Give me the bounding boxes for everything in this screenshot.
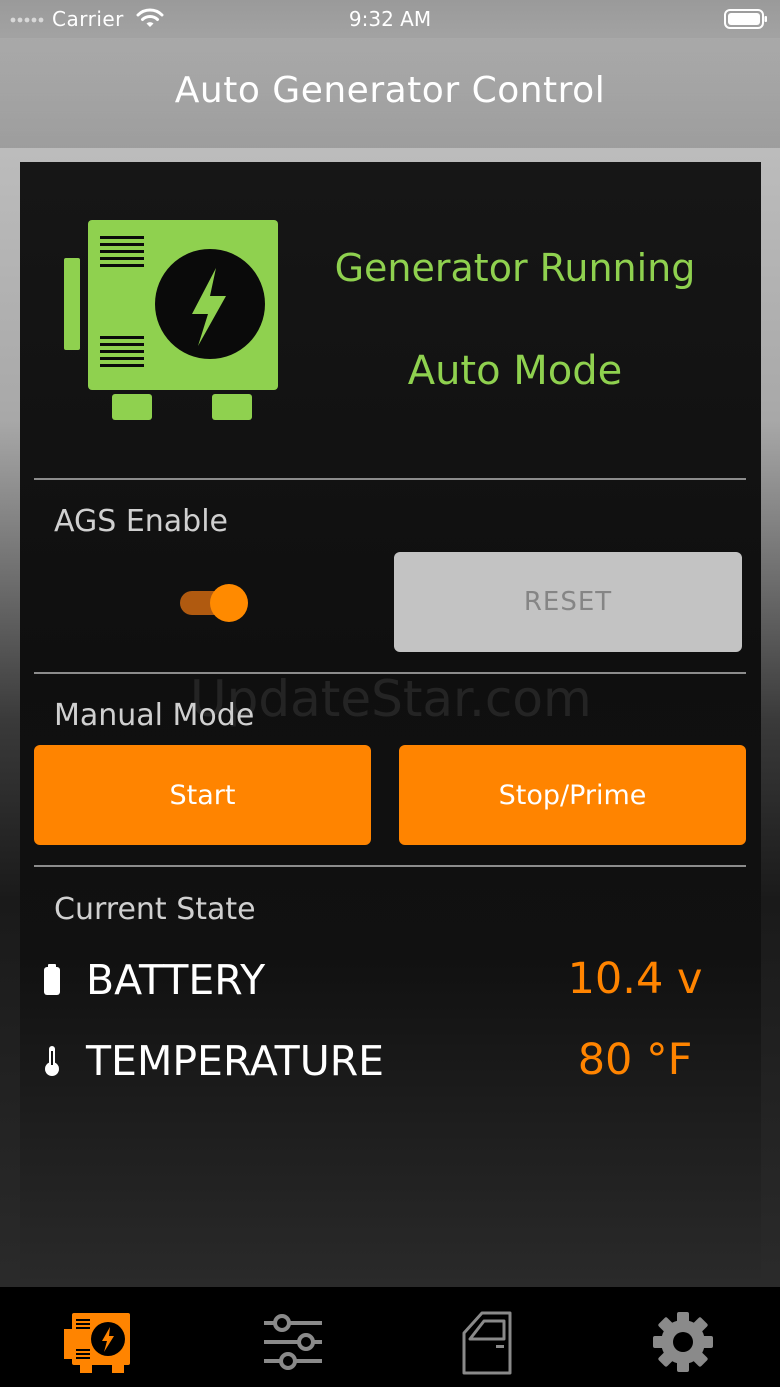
divider — [34, 865, 746, 867]
generator-control-panel: Generator Running Auto Mode AGS Enable R… — [20, 162, 761, 1287]
battery-status-icon — [724, 9, 767, 29]
page-title: Auto Generator Control — [174, 70, 606, 111]
stop-prime-button[interactable]: Stop/Prime — [399, 745, 746, 845]
temperature-value: 80 °F — [577, 1035, 693, 1085]
tab-settings[interactable] — [648, 1309, 718, 1375]
ags-enable-toggle[interactable] — [180, 584, 250, 622]
generator-mode: Auto Mode — [407, 348, 623, 394]
tab-bar — [0, 1287, 780, 1387]
generator-tab-icon — [64, 1313, 130, 1373]
battery-value: 10.4 v — [567, 954, 703, 1004]
generator-status: Generator Running — [334, 246, 696, 290]
temperature-row: TEMPERATURE 80 °F — [20, 1031, 761, 1091]
tab-settings-sliders[interactable] — [258, 1309, 328, 1375]
navigation-bar: Auto Generator Control — [0, 38, 780, 148]
battery-label: BATTERY — [86, 956, 266, 1004]
battery-icon — [44, 964, 60, 995]
toggle-knob — [210, 584, 248, 622]
sliders-icon — [264, 1314, 322, 1370]
gear-icon — [653, 1312, 713, 1372]
thermometer-icon — [45, 1046, 59, 1076]
tab-door[interactable] — [452, 1309, 522, 1375]
status-time: 9:32 AM — [348, 7, 432, 31]
battery-row: BATTERY 10.4 v — [20, 950, 761, 1010]
generator-icon — [64, 220, 278, 420]
door-icon — [462, 1311, 512, 1375]
reset-button[interactable]: RESET — [394, 552, 742, 652]
manual-mode-label: Manual Mode — [54, 698, 255, 733]
temperature-label: TEMPERATURE — [86, 1037, 385, 1085]
ags-enable-label: AGS Enable — [54, 504, 229, 539]
start-button[interactable]: Start — [34, 745, 371, 845]
tab-generator[interactable] — [62, 1309, 132, 1375]
status-bar: Carrier 9:32 AM — [0, 0, 780, 38]
divider — [34, 478, 746, 480]
current-state-label: Current State — [54, 892, 256, 927]
